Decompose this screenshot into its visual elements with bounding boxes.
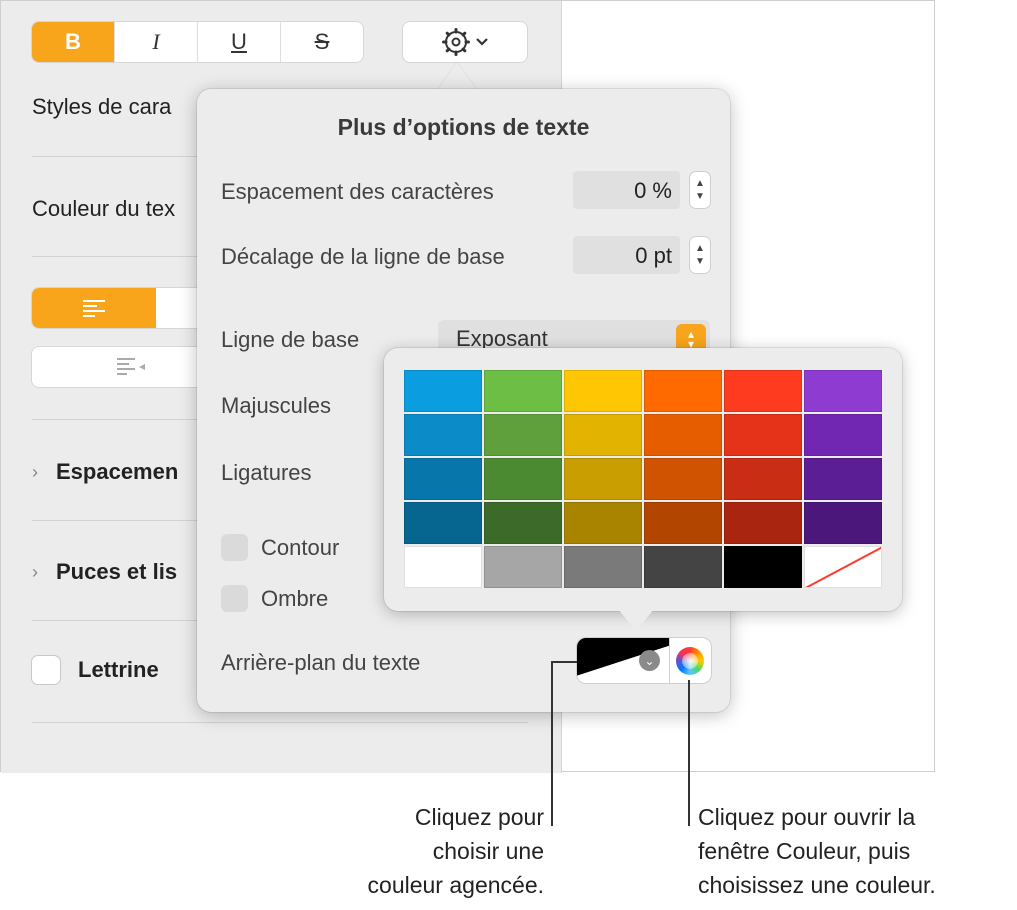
- callout-line-text: Cliquez pour ouvrir la: [698, 804, 916, 830]
- character-styles-label: Styles de cara: [32, 94, 172, 119]
- char-spacing-label: Espacement des caractères: [221, 179, 494, 204]
- color-swatch[interactable]: [644, 370, 722, 412]
- color-swatch[interactable]: [644, 546, 722, 588]
- dropcap-checkbox[interactable]: [32, 656, 60, 684]
- shadow-option[interactable]: Ombre: [221, 585, 328, 612]
- underline-button[interactable]: U: [197, 22, 280, 62]
- no-color-swatch[interactable]: [804, 546, 882, 588]
- color-swatch[interactable]: [724, 414, 802, 456]
- outline-label: Contour: [261, 534, 340, 560]
- callout-line-text: couleur agencée.: [367, 872, 544, 898]
- chevron-right-icon: ›: [32, 461, 38, 482]
- char-spacing-stepper[interactable]: ▲ ▼: [690, 172, 710, 208]
- callout-line-text: choisissez une couleur.: [698, 872, 936, 898]
- dropcap-label: Lettrine: [78, 657, 159, 682]
- color-swatch[interactable]: [804, 502, 882, 544]
- strikethrough-button[interactable]: S: [280, 22, 363, 62]
- color-palette-popover: [384, 348, 902, 611]
- color-swatch[interactable]: [804, 370, 882, 412]
- gear-icon: [442, 28, 470, 56]
- color-swatch[interactable]: [404, 370, 482, 412]
- callout-text-right: Cliquez pour ouvrir la fenêtre Couleur, …: [698, 800, 1016, 902]
- chevron-down-icon: [476, 38, 488, 46]
- popover-arrow: [437, 62, 477, 90]
- color-wheel-icon[interactable]: [676, 647, 704, 675]
- callout-line-right: [688, 680, 690, 826]
- callout-line-text: Cliquez pour: [414, 804, 544, 830]
- color-swatch[interactable]: [724, 502, 802, 544]
- callout-line-left: [551, 662, 553, 826]
- align-left-icon: [83, 300, 105, 317]
- callout-line-left: [551, 661, 577, 663]
- more-text-options-button[interactable]: [403, 22, 527, 62]
- indent-icon: [117, 358, 145, 375]
- color-swatch[interactable]: [804, 458, 882, 500]
- chevron-down-icon[interactable]: ⌄: [639, 650, 660, 671]
- color-swatch[interactable]: [564, 546, 642, 588]
- shadow-label: Ombre: [261, 585, 329, 611]
- stepper-down-icon[interactable]: ▼: [695, 190, 705, 203]
- bold-button[interactable]: B: [32, 22, 114, 62]
- callout-text-left: Cliquez pour choisir une couleur agencée…: [300, 800, 544, 902]
- baseline-shift-field[interactable]: 0 pt: [573, 236, 680, 274]
- chevron-right-icon: ›: [32, 561, 38, 582]
- color-swatch[interactable]: [564, 458, 642, 500]
- color-swatch[interactable]: [724, 546, 802, 588]
- color-swatch[interactable]: [404, 546, 482, 588]
- callout-line-text: fenêtre Couleur, puis: [698, 838, 911, 864]
- color-swatch-grid: [404, 370, 882, 588]
- popover-title: Plus d’options de texte: [337, 114, 590, 140]
- char-spacing-field[interactable]: 0 %: [573, 171, 680, 209]
- color-swatch[interactable]: [724, 458, 802, 500]
- outline-option[interactable]: Contour: [221, 534, 339, 561]
- caps-label: Majuscules: [221, 393, 332, 418]
- bullets-section-label: Puces et lis: [56, 559, 178, 584]
- outline-checkbox[interactable]: [221, 534, 248, 561]
- spacing-section[interactable]: › Espacemen: [32, 459, 178, 485]
- ligatures-label: Ligatures: [221, 460, 312, 485]
- color-swatch[interactable]: [644, 502, 722, 544]
- color-swatch[interactable]: [484, 370, 562, 412]
- text-background-color-control: ⌄: [577, 638, 711, 683]
- italic-button[interactable]: I: [114, 22, 197, 62]
- color-swatch[interactable]: [484, 546, 562, 588]
- color-swatch[interactable]: [644, 414, 722, 456]
- callout-line-text: choisir une: [432, 838, 544, 864]
- font-style-buttons: B I U S: [32, 22, 363, 62]
- color-swatch[interactable]: [564, 370, 642, 412]
- color-swatch[interactable]: [564, 502, 642, 544]
- spacing-section-label: Espacemen: [56, 459, 179, 484]
- bullets-section[interactable]: › Puces et lis: [32, 559, 177, 585]
- color-swatch[interactable]: [484, 414, 562, 456]
- color-swatch[interactable]: [804, 414, 882, 456]
- align-left-button[interactable]: [32, 288, 156, 328]
- color-swatch[interactable]: [484, 502, 562, 544]
- dropcap-option[interactable]: Lettrine: [32, 656, 159, 684]
- stepper-down-icon[interactable]: ▼: [695, 255, 705, 268]
- color-swatch[interactable]: [404, 502, 482, 544]
- color-swatch[interactable]: [564, 414, 642, 456]
- color-swatch[interactable]: [484, 458, 562, 500]
- color-swatch[interactable]: [404, 414, 482, 456]
- color-swatch[interactable]: [724, 370, 802, 412]
- color-swatch[interactable]: [404, 458, 482, 500]
- divider: [32, 722, 528, 723]
- text-color-label: Couleur du tex: [32, 196, 176, 221]
- shadow-checkbox[interactable]: [221, 585, 248, 612]
- baseline-label: Ligne de base: [221, 327, 360, 352]
- baseline-shift-stepper[interactable]: ▲ ▼: [690, 237, 710, 273]
- palette-arrow: [618, 609, 654, 631]
- stepper-up-icon[interactable]: ▲: [695, 242, 705, 255]
- color-swatch[interactable]: [644, 458, 722, 500]
- stepper-up-icon[interactable]: ▲: [695, 177, 705, 190]
- text-background-label: Arrière-plan du texte: [221, 650, 421, 675]
- baseline-shift-label: Décalage de la ligne de base: [221, 244, 505, 269]
